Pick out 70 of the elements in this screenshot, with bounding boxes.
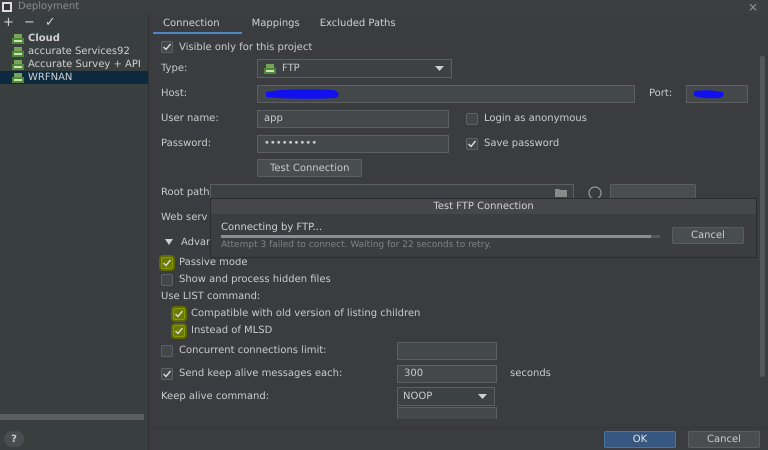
checkbox-label: Visible only for this project	[179, 42, 312, 52]
field-label: Host:	[161, 88, 188, 99]
field-label: Port:	[649, 88, 672, 99]
server-item[interactable]: Cloud	[0, 32, 148, 45]
ok-button[interactable]: OK	[604, 430, 676, 448]
toolbar-button[interactable]: −	[20, 16, 38, 30]
dropdown-value: NOOP	[403, 390, 432, 402]
server-icon	[11, 46, 25, 58]
scrollbar[interactable]	[760, 56, 765, 377]
server-icon	[263, 62, 277, 74]
checkbox[interactable]	[161, 41, 173, 53]
status-detail: Attempt 3 failed to connect. Waiting for 22 seconds to retry.	[221, 240, 492, 250]
checkbox-label: Compatible with old version of listing children	[191, 308, 420, 319]
field-label: Type:	[161, 63, 188, 74]
input-field[interactable]	[397, 342, 497, 360]
redaction-mark	[693, 88, 726, 98]
field-label: Web serv	[161, 212, 208, 223]
help-button[interactable]: ?	[4, 431, 24, 447]
dialog-title: Test FTP Connection	[211, 199, 756, 214]
cancel-button[interactable]: Cancel	[688, 430, 760, 448]
input-field[interactable]: app	[257, 110, 449, 128]
cancel-button[interactable]: Cancel	[672, 227, 744, 244]
field-label: User name:	[161, 113, 220, 124]
checkbox[interactable]	[466, 112, 478, 124]
field-label: Password:	[161, 138, 212, 149]
server-icon	[11, 32, 25, 44]
toolbar-button[interactable]: ✓	[42, 16, 59, 30]
checkbox[interactable]	[161, 368, 173, 380]
checkbox-label: Show and process hidden files	[179, 274, 331, 285]
checkbox-label: Passive mode	[179, 257, 248, 268]
server-icon	[11, 58, 25, 70]
toolbar-button[interactable]: +	[0, 16, 17, 30]
server-icon	[11, 72, 25, 84]
help-icon	[588, 186, 602, 200]
checkbox[interactable]	[161, 344, 173, 356]
scrollbar[interactable]	[0, 414, 144, 420]
server-item[interactable]: Accurate Survey + API	[0, 58, 148, 71]
server-item[interactable]: accurate Services92	[0, 45, 148, 58]
status-message: Connecting by FTP...	[221, 222, 324, 232]
group-label: Use LIST command:	[161, 291, 260, 302]
type-dropdown[interactable]: FTP	[257, 59, 452, 78]
dropdown-value: FTP	[282, 63, 300, 74]
host-field[interactable]	[257, 84, 635, 102]
dropdown-caret-icon	[478, 394, 487, 398]
input-field[interactable]: 300	[397, 364, 497, 382]
checkbox-label: Login as anonymous	[484, 113, 587, 124]
tab[interactable]: Mappings	[242, 14, 310, 34]
input-field[interactable]: •••••••••	[257, 134, 449, 152]
field-label: Root path	[161, 187, 210, 198]
checkbox-label: Concurrent connections limit:	[179, 345, 327, 356]
tab[interactable]: Excluded Paths	[310, 14, 406, 34]
test-connection-button[interactable]: Test Connection	[257, 159, 362, 177]
window-title: Deployment	[18, 1, 80, 13]
checkbox-label: Send keep alive messages each:	[179, 368, 342, 379]
unit-label: seconds	[510, 368, 551, 379]
server-item[interactable]: WRFNAN	[0, 71, 148, 84]
checkbox-label: Save password	[484, 138, 560, 149]
dropdown-caret-icon	[435, 66, 444, 71]
close-button[interactable]: ×	[744, 1, 762, 13]
checkbox[interactable]	[173, 324, 185, 336]
checkbox[interactable]	[161, 274, 173, 286]
checkbox[interactable]	[161, 256, 173, 268]
app-icon	[2, 2, 12, 12]
command-dropdown[interactable]: NOOP	[397, 386, 495, 406]
checkbox[interactable]	[466, 138, 478, 150]
field-label: Keep alive command:	[161, 390, 270, 402]
port-field[interactable]	[686, 84, 748, 102]
checkbox[interactable]	[173, 308, 185, 320]
tab[interactable]: Connection	[153, 14, 242, 34]
checkbox-label: Instead of MLSD	[191, 325, 272, 336]
